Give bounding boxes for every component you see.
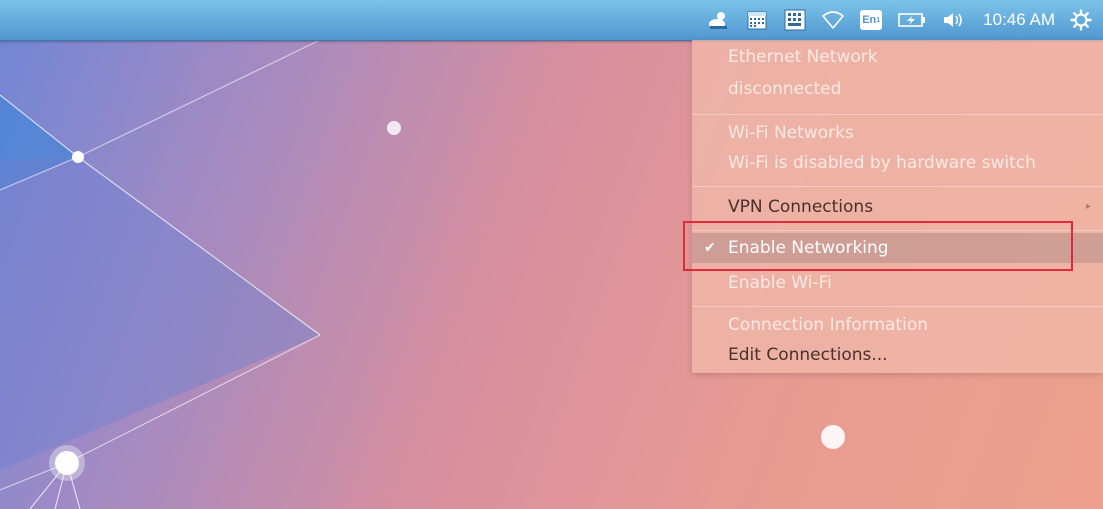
top-panel: En 1 10:46 AM — [0, 0, 1103, 41]
ethernet-status: disconnected — [728, 79, 842, 99]
clock[interactable]: 10:46 AM — [983, 10, 1055, 30]
menu-separator — [692, 114, 1103, 115]
language-sub-label: 1 — [876, 16, 881, 24]
vpn-connections-label: VPN Connections — [728, 197, 874, 217]
wallpaper-line — [77, 39, 321, 158]
language-label: En — [862, 14, 877, 26]
weather-icon[interactable] — [707, 8, 731, 32]
wifi-networks-header: Wi-Fi Networks — [728, 123, 854, 143]
menu-separator — [692, 230, 1103, 231]
system-tray: En 1 10:46 AM — [693, 0, 1093, 40]
wallpaper-dot — [55, 451, 79, 475]
enable-wifi-item: Enable Wi-Fi — [728, 273, 832, 293]
volume-icon[interactable] — [941, 8, 965, 32]
language-indicator-icon[interactable]: En 1 — [859, 8, 883, 32]
checkmark-icon: ✔ — [704, 240, 716, 256]
submenu-arrow-icon: ▸ — [1085, 201, 1091, 212]
wallpaper-dot — [821, 425, 845, 449]
menu-separator — [692, 186, 1103, 187]
battery-icon[interactable] — [897, 8, 927, 32]
settings-gear-icon[interactable] — [1069, 8, 1093, 32]
keyboard-layout-icon[interactable] — [783, 8, 807, 32]
ethernet-network-header: Ethernet Network — [728, 47, 878, 67]
edit-connections-item[interactable]: Edit Connections... — [692, 340, 1103, 370]
calendar-icon[interactable] — [745, 8, 769, 32]
wallpaper-dot — [72, 151, 84, 163]
network-wifi-icon[interactable] — [821, 8, 845, 32]
connection-information-item: Connection Information — [728, 315, 928, 335]
wallpaper-triangle-main — [0, 157, 320, 470]
network-menu: Ethernet Network disconnected Wi-Fi Netw… — [692, 40, 1103, 373]
wallpaper-dot — [387, 121, 401, 135]
desktop: En 1 10:46 AM Ethernet Network disconnec… — [0, 0, 1103, 509]
menu-separator — [692, 306, 1103, 307]
wifi-status: Wi-Fi is disabled by hardware switch — [728, 153, 1036, 173]
vpn-connections-item[interactable]: VPN Connections ▸ — [692, 192, 1103, 222]
enable-networking-label: Enable Networking — [728, 238, 889, 258]
enable-networking-item[interactable]: ✔ Enable Networking — [692, 233, 1103, 263]
